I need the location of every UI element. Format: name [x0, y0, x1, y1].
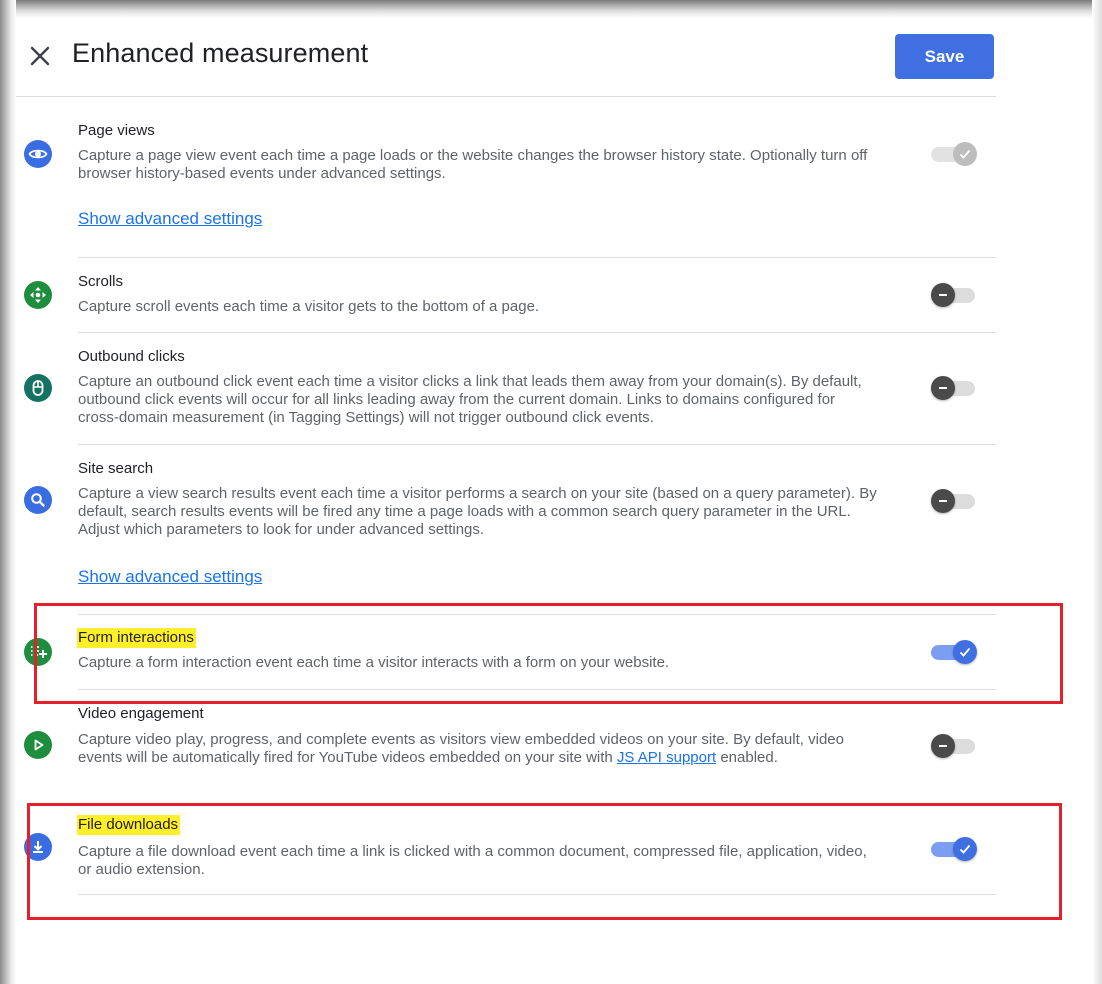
setting-title: Site search	[78, 460, 154, 477]
minus-icon	[939, 745, 947, 747]
row-divider	[78, 332, 996, 333]
close-icon	[30, 46, 50, 66]
minus-icon	[939, 500, 947, 502]
annotation-box-file-downloads	[27, 803, 1062, 920]
page-title: Enhanced measurement	[72, 38, 369, 68]
window-top-shadow	[0, 0, 1102, 18]
eye-icon	[24, 140, 52, 168]
js-api-support-link[interactable]: JS API support	[617, 749, 716, 766]
setting-title: Scrolls	[78, 273, 124, 290]
mouse-icon	[24, 374, 52, 402]
video-engagement-toggle[interactable]	[931, 734, 977, 758]
window-right-fade	[1092, 0, 1102, 984]
minus-icon	[939, 294, 947, 296]
setting-title: Video engagement	[78, 705, 204, 722]
show-advanced-settings-link[interactable]: Show advanced settings	[78, 209, 262, 229]
play-icon	[24, 731, 52, 759]
setting-description: Capture an outbound click event each tim…	[78, 373, 862, 426]
scrolls-toggle[interactable]	[931, 283, 977, 307]
toggle-knob	[953, 142, 977, 166]
page-views-toggle[interactable]	[931, 142, 977, 166]
header-divider	[16, 96, 996, 97]
setting-title: Page views	[78, 122, 155, 139]
site-search-toggle[interactable]	[931, 489, 977, 513]
toggle-knob	[931, 283, 955, 307]
toggle-knob	[931, 376, 955, 400]
setting-title: Outbound clicks	[78, 348, 185, 365]
setting-description: Capture scroll events each time a visito…	[78, 298, 540, 315]
description-text: enabled.	[716, 749, 778, 766]
scroll-arrows-icon	[24, 281, 52, 309]
outbound-clicks-toggle[interactable]	[931, 376, 977, 400]
search-icon	[24, 486, 52, 514]
row-divider	[78, 444, 996, 445]
setting-description: Capture video play, progress, and comple…	[78, 731, 878, 767]
annotation-box-form-interactions	[34, 603, 1063, 704]
setting-description: Capture a view search results event each…	[78, 485, 877, 538]
save-button[interactable]: Save	[895, 34, 994, 79]
window-left-shadow	[0, 0, 16, 984]
check-icon	[959, 149, 971, 159]
show-advanced-settings-link[interactable]: Show advanced settings	[78, 567, 262, 587]
minus-icon	[939, 387, 947, 389]
close-button[interactable]	[26, 42, 54, 70]
toggle-knob	[931, 734, 955, 758]
toggle-knob	[931, 489, 955, 513]
setting-description: Capture a page view event each time a pa…	[78, 147, 868, 182]
row-divider	[78, 257, 996, 258]
